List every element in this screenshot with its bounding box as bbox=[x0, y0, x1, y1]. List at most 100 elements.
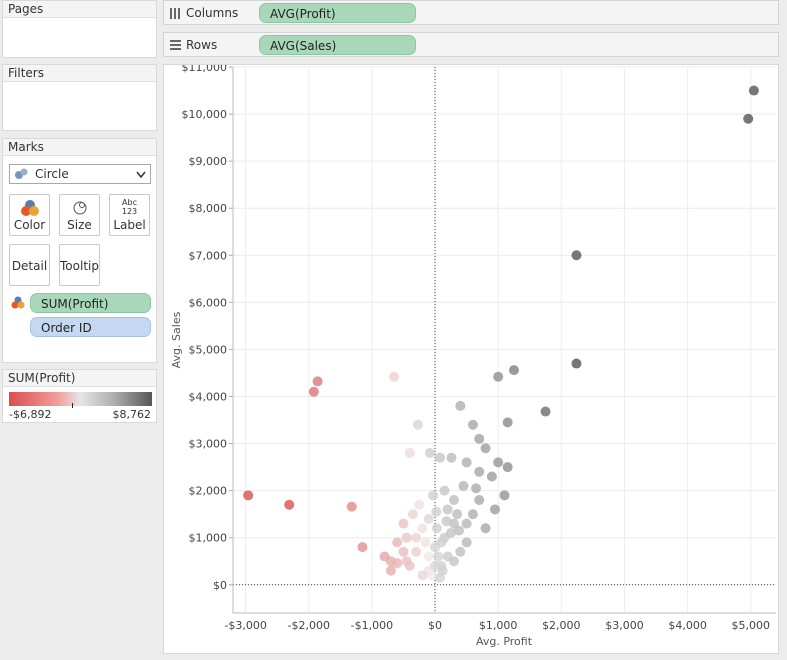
x-tick-label: -$2,000 bbox=[288, 619, 330, 632]
scatter-point[interactable] bbox=[480, 523, 491, 534]
scatter-point[interactable] bbox=[414, 499, 425, 510]
scatter-point[interactable] bbox=[243, 490, 254, 501]
scatter-point[interactable] bbox=[379, 551, 390, 562]
scatter-point[interactable] bbox=[423, 513, 434, 524]
rows-shelf[interactable]: Rows AVG(Sales) bbox=[163, 32, 779, 57]
label-label: Label bbox=[113, 218, 146, 232]
scatter-point[interactable] bbox=[442, 504, 453, 515]
scatter-point[interactable] bbox=[412, 419, 423, 430]
scatter-point[interactable] bbox=[417, 523, 428, 534]
scatter-point[interactable] bbox=[490, 504, 501, 515]
scatter-point[interactable] bbox=[458, 480, 469, 491]
tooltip-button[interactable]: Tooltip bbox=[59, 244, 100, 286]
scatter-point[interactable] bbox=[508, 365, 519, 376]
scatter-point[interactable] bbox=[431, 523, 442, 534]
scatter-point[interactable] bbox=[448, 495, 459, 506]
scatter-point[interactable] bbox=[502, 417, 513, 428]
y-tick-label: $6,000 bbox=[189, 296, 228, 309]
scatter-point[interactable] bbox=[411, 546, 422, 557]
scatter-point[interactable] bbox=[474, 433, 485, 444]
scatter-point[interactable] bbox=[571, 358, 582, 369]
scatter-point[interactable] bbox=[480, 443, 491, 454]
pages-title: Pages bbox=[3, 1, 156, 18]
size-label: Size bbox=[67, 218, 92, 232]
scatter-point[interactable] bbox=[398, 546, 409, 557]
x-tick-label: $4,000 bbox=[668, 619, 707, 632]
scatter-point[interactable] bbox=[435, 452, 446, 463]
label-button[interactable]: Abc 123 Label bbox=[109, 194, 150, 236]
color-icon bbox=[21, 200, 39, 216]
scatter-point[interactable] bbox=[428, 490, 439, 501]
scatter-point[interactable] bbox=[461, 457, 472, 468]
scatter-point[interactable] bbox=[441, 516, 452, 527]
scatter-point[interactable] bbox=[346, 501, 357, 512]
scatter-point[interactable] bbox=[407, 509, 418, 520]
scatter-point[interactable] bbox=[433, 551, 444, 562]
scatter-point[interactable] bbox=[486, 471, 497, 482]
y-tick-label: $4,000 bbox=[189, 390, 228, 403]
size-button[interactable]: Size bbox=[59, 194, 100, 236]
scatter-point[interactable] bbox=[467, 509, 478, 520]
scatter-chart[interactable]: -$3,000 -$2,000 -$1,000 $0 $1,000 $2,000 $3,00… bbox=[164, 65, 778, 653]
chevron-down-icon bbox=[136, 171, 146, 179]
legend-gradient[interactable] bbox=[9, 392, 152, 406]
columns-pill[interactable]: AVG(Profit) bbox=[259, 3, 416, 23]
scatter-point[interactable] bbox=[493, 371, 504, 382]
scatter-point[interactable] bbox=[471, 483, 482, 494]
scatter-point[interactable] bbox=[502, 462, 513, 473]
color-button[interactable]: Color bbox=[9, 194, 50, 236]
scatter-point[interactable] bbox=[385, 565, 396, 576]
scatter-point[interactable] bbox=[743, 113, 754, 124]
scatter-point[interactable] bbox=[748, 85, 759, 96]
scatter-point[interactable] bbox=[461, 537, 472, 548]
scatter-point[interactable] bbox=[417, 570, 428, 581]
scatter-point[interactable] bbox=[398, 518, 409, 529]
scatter-point[interactable] bbox=[411, 532, 422, 543]
scatter-point[interactable] bbox=[446, 452, 457, 463]
scatter-point[interactable] bbox=[392, 537, 403, 548]
y-tick-label: $3,000 bbox=[189, 438, 228, 451]
scatter-point[interactable] bbox=[401, 556, 412, 567]
scatter-point[interactable] bbox=[454, 525, 465, 536]
scatter-point[interactable] bbox=[452, 509, 463, 520]
marks-title: Marks bbox=[3, 139, 156, 156]
scatter-point[interactable] bbox=[389, 371, 400, 382]
scatter-point[interactable] bbox=[455, 400, 466, 411]
scatter-point[interactable] bbox=[455, 546, 466, 557]
scatter-point[interactable] bbox=[312, 376, 323, 387]
scatter-point[interactable] bbox=[401, 532, 412, 543]
scatter-point[interactable] bbox=[423, 551, 434, 562]
scatter-point[interactable] bbox=[499, 490, 510, 501]
rows-pill[interactable]: AVG(Sales) bbox=[259, 35, 416, 55]
scatter-point[interactable] bbox=[467, 419, 478, 430]
y-tick-label: $0 bbox=[213, 579, 227, 592]
scatter-point[interactable] bbox=[540, 406, 551, 417]
scatter-point[interactable] bbox=[493, 457, 504, 468]
y-tick-label: $10,000 bbox=[182, 108, 228, 121]
mark-type-select[interactable]: Circle bbox=[9, 164, 151, 184]
scatter-point[interactable] bbox=[357, 542, 368, 553]
mark-type-value: Circle bbox=[35, 167, 69, 181]
x-tick-label: $1,000 bbox=[479, 619, 518, 632]
scatter-point[interactable] bbox=[571, 250, 582, 261]
detail-button[interactable]: Detail bbox=[9, 244, 50, 286]
color-label: Color bbox=[13, 218, 46, 232]
scatter-point[interactable] bbox=[308, 386, 319, 397]
columns-shelf[interactable]: Columns AVG(Profit) bbox=[163, 0, 779, 25]
scatter-point[interactable] bbox=[431, 506, 442, 517]
rows-icon bbox=[170, 39, 181, 50]
scatter-point[interactable] bbox=[439, 485, 450, 496]
scatter-point[interactable] bbox=[448, 556, 459, 567]
scatter-point[interactable] bbox=[424, 447, 435, 458]
scatter-point[interactable] bbox=[436, 537, 447, 548]
detail-field-pill[interactable]: Order ID bbox=[30, 317, 151, 337]
scatter-point[interactable] bbox=[461, 518, 472, 529]
scatter-point[interactable] bbox=[404, 447, 415, 458]
scatter-point[interactable] bbox=[284, 499, 295, 510]
scatter-point[interactable] bbox=[420, 537, 431, 548]
color-field-icon bbox=[11, 296, 25, 309]
color-field-pill[interactable]: SUM(Profit) bbox=[30, 293, 151, 313]
scatter-point[interactable] bbox=[474, 466, 485, 477]
scatter-point[interactable] bbox=[474, 495, 485, 506]
scatter-point[interactable] bbox=[437, 565, 448, 576]
